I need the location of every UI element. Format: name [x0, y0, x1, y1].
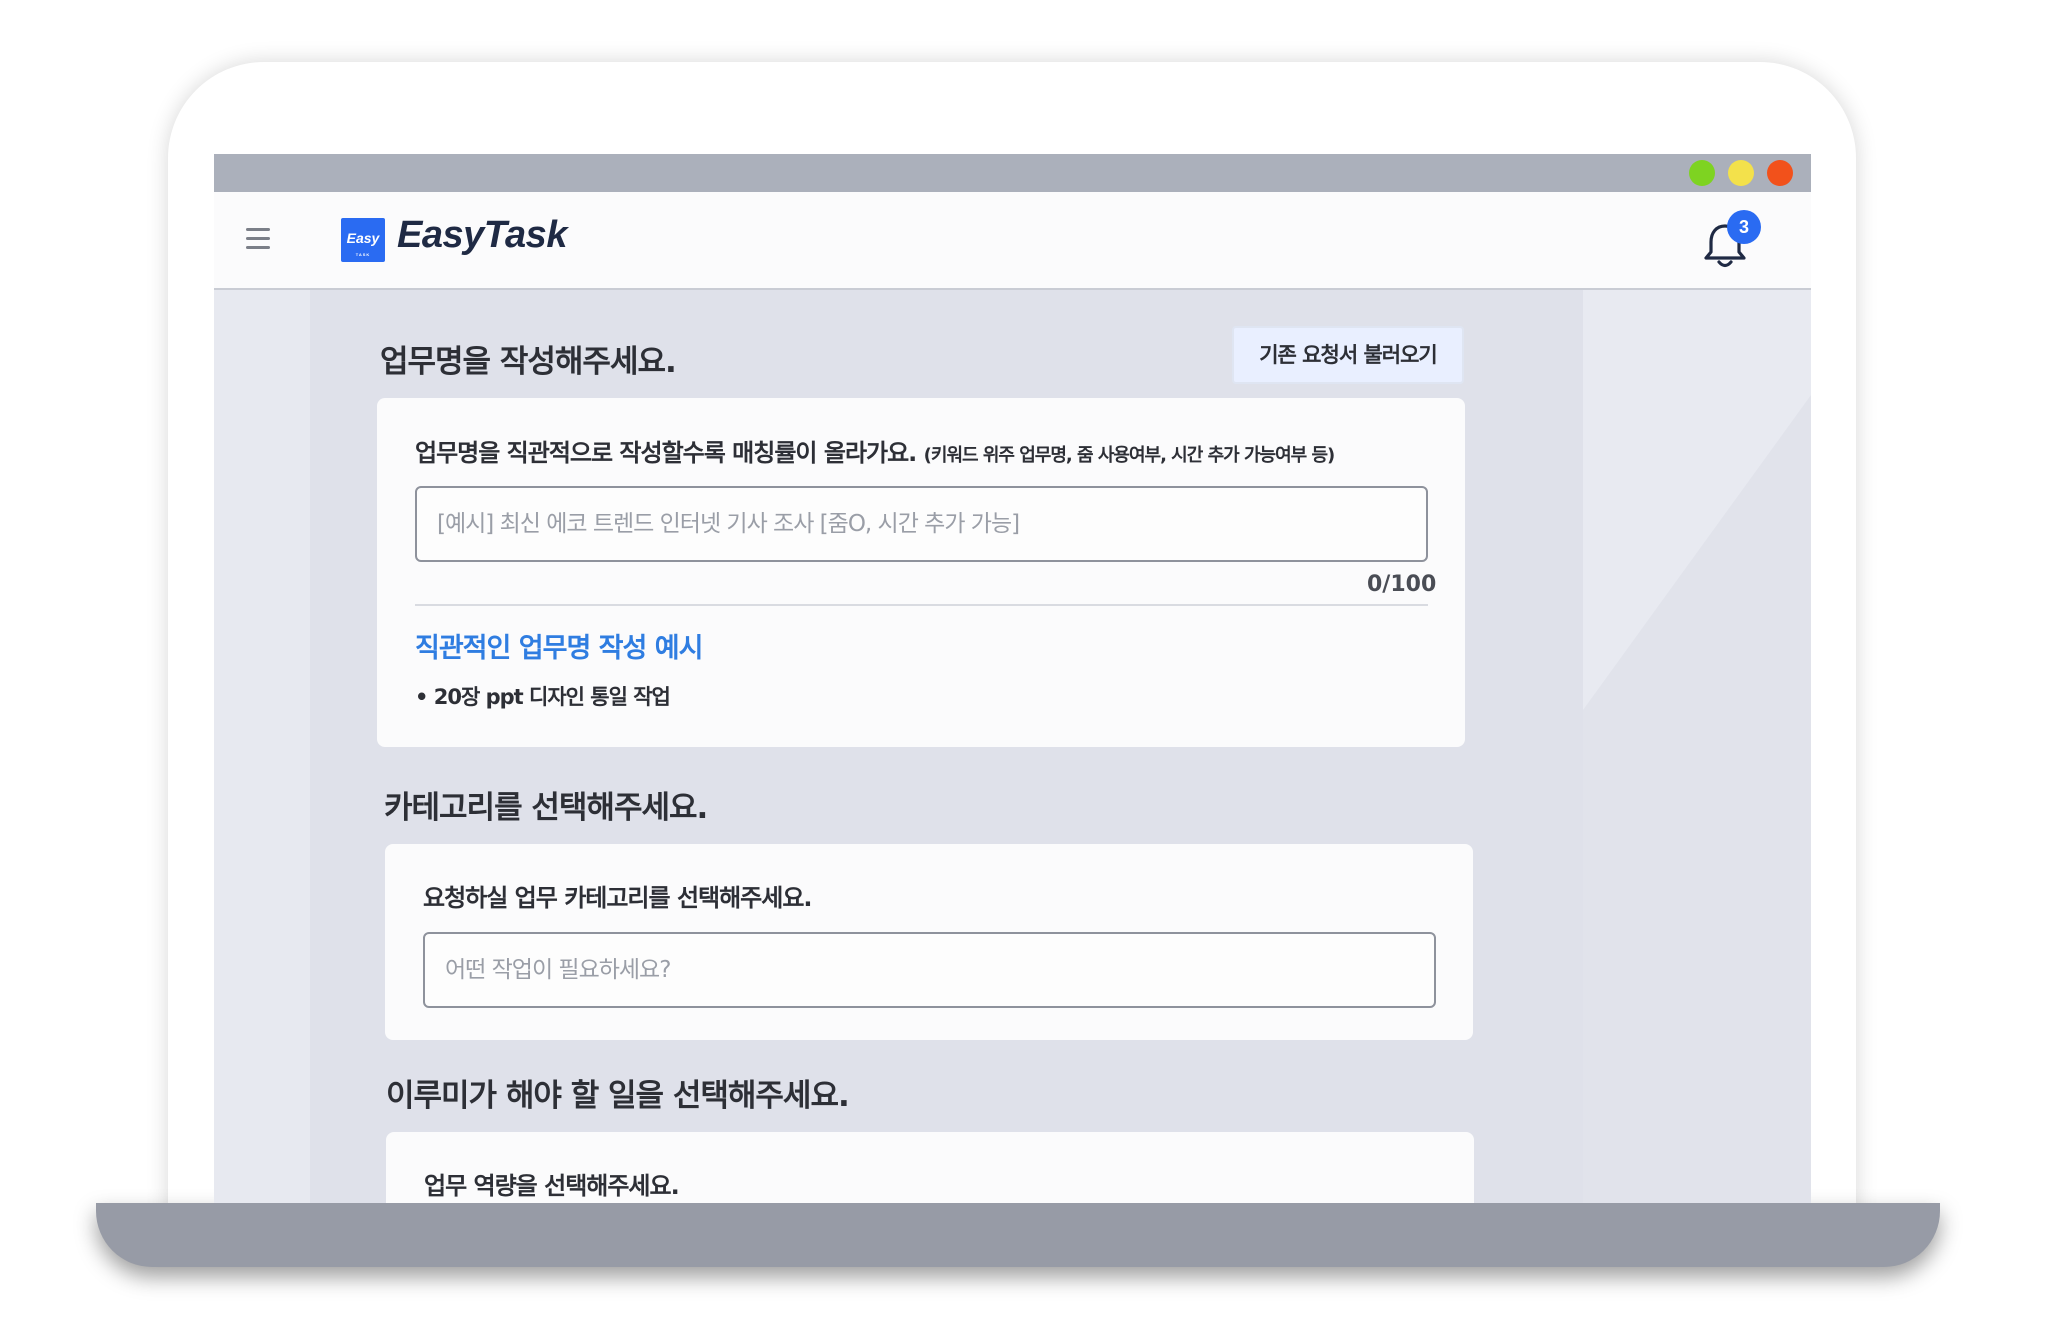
logo-icon: Easy TASK — [341, 218, 385, 262]
task-name-input-box — [415, 486, 1428, 562]
example-section-title: 직관적인 업무명 작성 예시 — [415, 633, 703, 664]
hamburger-icon[interactable] — [246, 228, 270, 250]
tasks-card: 업무 역량을 선택해주세요. — [386, 1132, 1474, 1203]
task-name-hint: (키워드 위주 업무명, 줌 사용여부, 시간 추가 가능여부 등) — [923, 445, 1336, 466]
logo-badge-subtext: TASK — [355, 252, 371, 257]
app-logo-text[interactable]: EasyTask — [397, 214, 567, 257]
category-card: 요청하실 업무 카테고리를 선택해주세요. — [385, 844, 1473, 1040]
window-close-button[interactable] — [1767, 160, 1793, 186]
example-list-item: • 20장 ppt 디자인 통일 작업 — [415, 685, 671, 709]
task-name-card: 업무명을 직관적으로 작성할수록 매칭률이 올라가요. (키워드 위주 업무명,… — [377, 398, 1465, 747]
right-side-panel — [1583, 290, 1811, 1203]
notification-count-badge: 3 — [1727, 210, 1761, 244]
panel-decoration — [1583, 395, 1811, 1203]
window-maximize-button[interactable] — [1689, 160, 1715, 186]
task-name-label-text: 업무명을 직관적으로 작성할수록 매칭률이 올라가요. — [415, 439, 917, 467]
category-input[interactable] — [425, 934, 1434, 1006]
left-gutter — [214, 290, 310, 1203]
logo-badge-text: Easy — [346, 230, 380, 246]
category-input-box — [423, 932, 1436, 1008]
character-counter: 0/100 — [1367, 572, 1437, 597]
card-divider — [415, 604, 1428, 606]
window-titlebar — [214, 154, 1811, 192]
window-minimize-button[interactable] — [1728, 160, 1754, 186]
category-section-title: 카테고리를 선택해주세요. — [384, 790, 708, 826]
laptop-base — [96, 1203, 1940, 1267]
app-header: Easy TASK EasyTask 3 — [214, 192, 1811, 290]
app-window: Easy TASK EasyTask 3 업무명을 작성해주세요. 기존 요청서… — [214, 154, 1811, 1203]
task-name-section-title: 업무명을 작성해주세요. — [380, 344, 677, 380]
tasks-section-title: 이루미가 해야 할 일을 선택해주세요. — [386, 1078, 850, 1114]
laptop-mockup: Easy TASK EasyTask 3 업무명을 작성해주세요. 기존 요청서… — [0, 0, 2048, 1331]
task-name-input[interactable] — [417, 488, 1426, 560]
load-existing-request-button[interactable]: 기존 요청서 불러오기 — [1232, 326, 1464, 384]
task-capability-label: 업무 역량을 선택해주세요. — [424, 1172, 680, 1200]
category-label: 요청하실 업무 카테고리를 선택해주세요. — [423, 884, 813, 912]
task-name-label: 업무명을 직관적으로 작성할수록 매칭률이 올라가요. (키워드 위주 업무명,… — [415, 433, 1336, 468]
